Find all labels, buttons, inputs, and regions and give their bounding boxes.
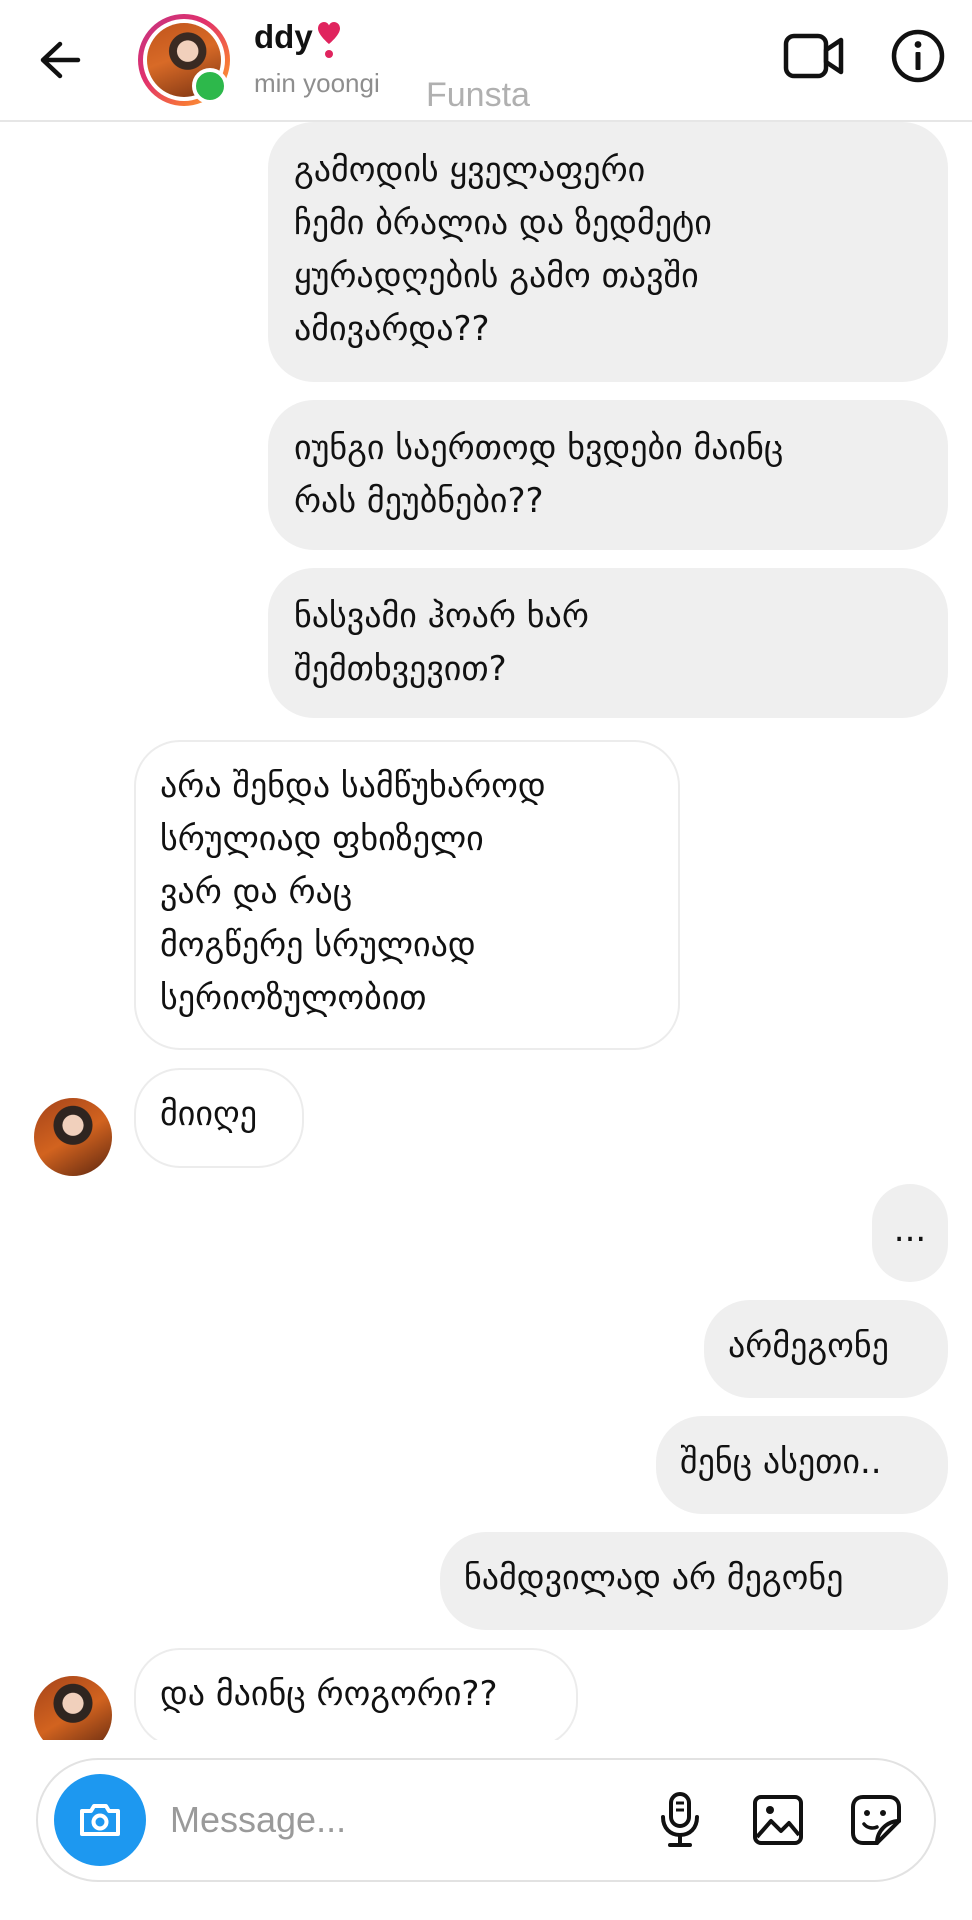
info-icon [891, 29, 945, 83]
message-input[interactable] [170, 1790, 640, 1850]
camera-button[interactable] [54, 1774, 146, 1866]
message-bubble-received[interactable]: არა შენდა სამწუხაროდ სრულიად ფხიზელი ვარ… [134, 740, 680, 1050]
camera-icon [80, 1804, 120, 1836]
message-bubble-received[interactable]: მიიღე [134, 1068, 304, 1168]
sender-avatar[interactable] [34, 1098, 112, 1176]
arrow-left-icon [40, 41, 81, 79]
message-composer [36, 1758, 936, 1882]
account-tag: Funsta [426, 76, 530, 114]
red-heart-exclamation-icon [318, 22, 340, 58]
microphone-icon [661, 1792, 699, 1847]
chat-header: ddy min yoongi Funsta [0, 0, 972, 122]
gallery-button[interactable] [746, 1788, 810, 1852]
sticker-button[interactable] [844, 1788, 908, 1852]
contact-username: min yoongi [254, 68, 380, 98]
message-bubble-sent[interactable]: არმეგონე [704, 1300, 948, 1398]
message-bubble-received[interactable]: და მაინც როგორი?? [134, 1648, 578, 1740]
contact-name[interactable]: ddy [254, 18, 313, 56]
message-bubble-sent[interactable]: ... [872, 1184, 948, 1282]
chat-screen: ddy min yoongi Funsta გამოდის ყველაფერი … [0, 0, 972, 1920]
message-bubble-sent[interactable]: ნასვამი ჰოარ ხარ შემთხვევით? [268, 568, 948, 718]
image-icon [753, 1795, 803, 1845]
back-button[interactable] [30, 30, 90, 90]
message-bubble-sent[interactable]: შენც ასეთი.. [656, 1416, 948, 1514]
message-thread: გამოდის ყველაფერი ჩემი ბრალია და ზედმეტი… [0, 120, 972, 1740]
online-status-indicator [192, 68, 228, 104]
video-camera-icon [783, 33, 844, 79]
voice-message-button[interactable] [650, 1788, 710, 1852]
message-bubble-sent[interactable]: იუნგი საერთოდ ხვდები მაინც რას მეუბნები?… [268, 400, 948, 550]
info-button[interactable] [884, 22, 952, 90]
video-call-button[interactable] [780, 26, 848, 86]
message-bubble-sent[interactable]: ნამდვილად არ მეგონე [440, 1532, 948, 1630]
sender-avatar[interactable] [34, 1676, 112, 1740]
message-bubble-sent[interactable]: გამოდის ყველაფერი ჩემი ბრალია და ზედმეტი… [268, 122, 948, 382]
sticker-icon [851, 1795, 901, 1845]
